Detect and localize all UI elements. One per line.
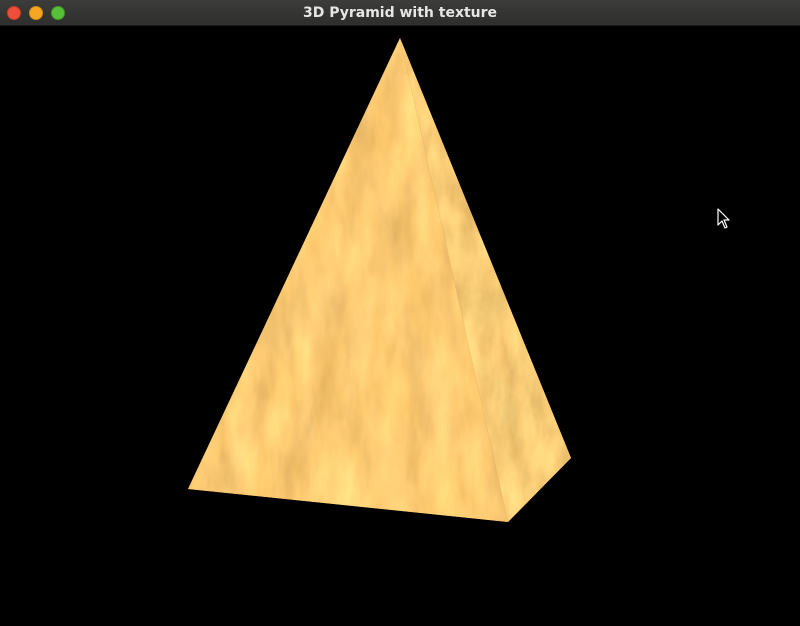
window-title: 3D Pyramid with texture [302, 5, 498, 21]
arrow-pointer-icon [717, 208, 730, 229]
app-window: 3D Pyramid with texture [0, 0, 800, 626]
render-viewport[interactable] [0, 26, 800, 626]
title-bar[interactable]: 3D Pyramid with texture [0, 0, 800, 26]
pyramid-scene [188, 38, 571, 522]
